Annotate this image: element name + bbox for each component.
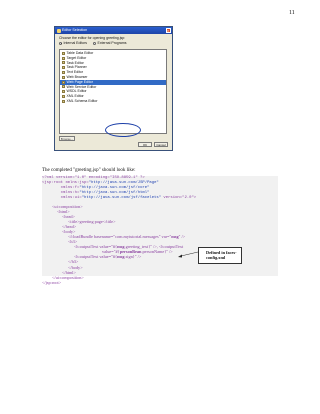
caption: The completed "greeting.jsp" should look… — [42, 168, 136, 173]
editor-type-radios: Internal Editors External Programs — [55, 41, 172, 45]
editor-icon — [62, 85, 65, 89]
editor-selection-dialog: Editor Selection × Choose the editor for… — [54, 26, 173, 151]
radio-button-icon — [59, 41, 62, 45]
dialog-titlebar: Editor Selection × — [55, 27, 172, 34]
editor-icon — [62, 75, 65, 79]
editor-icon — [62, 71, 65, 75]
list-item-label: XML Schema Editor — [66, 98, 98, 103]
page-number: 11 — [289, 10, 295, 16]
browse-button[interactable]: Browse... — [59, 136, 75, 141]
editor-icon — [62, 66, 65, 70]
cancel-button[interactable]: Cancel — [154, 142, 168, 147]
highlight-ellipse — [105, 123, 141, 137]
editor-icon — [62, 56, 65, 60]
editor-icon — [62, 95, 65, 99]
radio-button-icon — [93, 41, 97, 45]
editor-icon — [62, 51, 65, 55]
radio-internal-editors[interactable]: Internal Editors — [59, 41, 87, 45]
radio-external-programs[interactable]: External Programs — [93, 41, 127, 45]
close-icon[interactable]: × — [165, 28, 171, 33]
editor-icon — [62, 61, 65, 65]
callout-note: Defined in faces- config.xml — [198, 247, 242, 264]
editor-icon — [62, 80, 65, 84]
editor-icon — [62, 99, 65, 103]
dialog-app-icon — [57, 28, 61, 33]
dialog-prompt: Choose the editor for opening greeting.j… — [59, 36, 126, 40]
callout-note-line: config.xml — [206, 255, 226, 260]
editor-list[interactable]: Table Data Editor Target Editor Task Edi… — [59, 49, 167, 134]
list-item[interactable]: XML Schema Editor — [60, 99, 166, 104]
radio-label: External Programs — [97, 41, 127, 45]
code-line: <h:outputText value="#{msg.sign}" /> — [74, 254, 142, 259]
code-line: </h3> — [68, 259, 79, 264]
radio-label: Internal Editors — [63, 41, 88, 45]
editor-icon — [62, 90, 65, 94]
code-line: </jsp:root> — [42, 280, 62, 285]
code-line: xmlns:ui="http://java.sun.com/jsf/facele… — [42, 196, 197, 200]
code-listing: <?xml version="1.0" encoding="ISO-8859-1… — [42, 176, 278, 276]
dialog-title: Editor Selection — [62, 28, 88, 32]
ok-button[interactable]: OK — [138, 142, 152, 147]
code-line: <f:loadBundle basename="com.mytutorial.m… — [68, 234, 186, 239]
dialog-buttons: OK Cancel — [138, 142, 168, 147]
